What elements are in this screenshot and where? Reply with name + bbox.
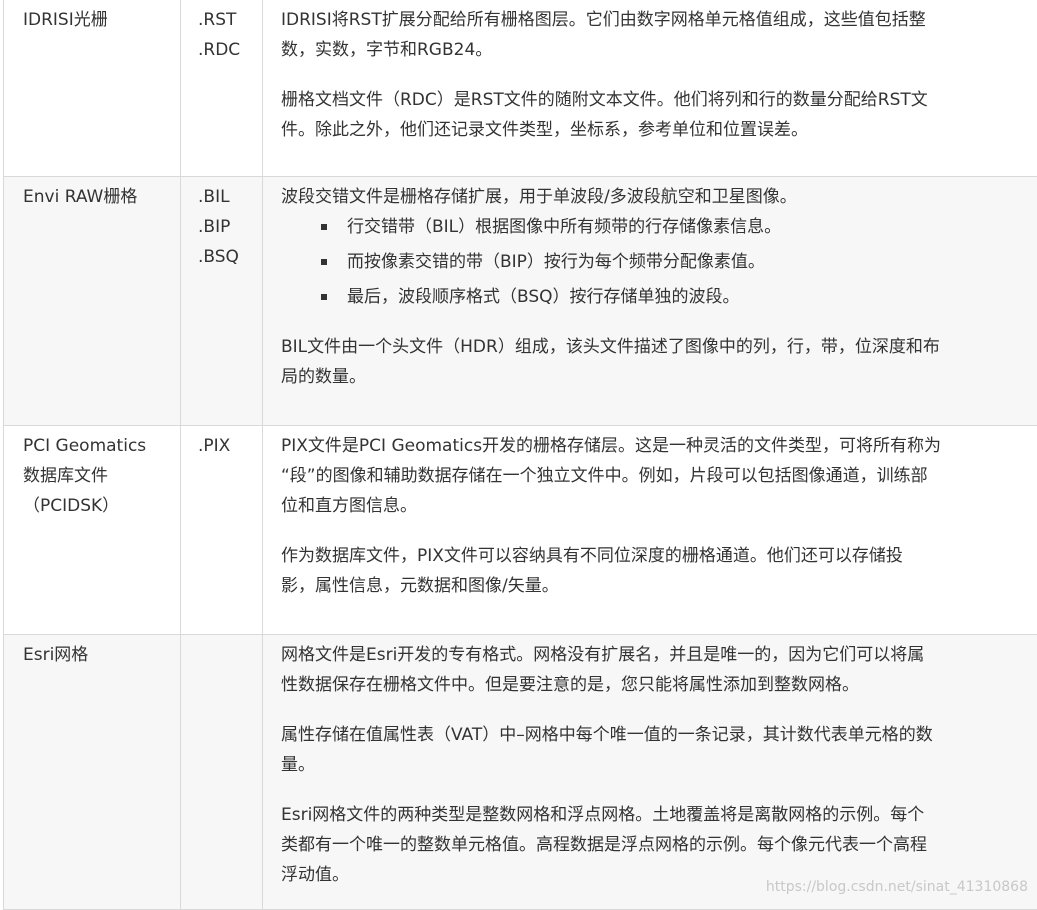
list-item-text: 而按像素交错的带（BIP）按行为每个频带分配像素值。 bbox=[347, 252, 765, 272]
format-name: Envi RAW栅格 bbox=[23, 182, 170, 212]
text-line: 作为数据库文件，PIX文件可以容纳具有不同位深度的栅格通道。他们还可以存储投 bbox=[281, 541, 1025, 571]
text-line: 量。 bbox=[281, 750, 1025, 780]
format-name: PCI Geomatics bbox=[23, 431, 170, 461]
list-item-text: 行交错带（BIL）根据图像中所有频带的行存储像素信息。 bbox=[347, 217, 781, 237]
extension-cell: .BIL .BIP .BSQ bbox=[181, 177, 263, 426]
extension: .BIL bbox=[198, 182, 256, 212]
format-name: 数据库文件 bbox=[23, 461, 170, 491]
format-name: （PCIDSK） bbox=[23, 491, 170, 521]
table-row: IDRISI光栅 .RST .RDC IDRISI将RST扩展分配给所有栅格图层… bbox=[4, 0, 1037, 177]
description-paragraph: Esri网格文件的两种类型是整数网格和浮点网格。土地覆盖将是离散网格的示例。每个… bbox=[281, 800, 1025, 890]
description-paragraph: 网格文件是Esri开发的专有格式。网格没有扩展名，并且是唯一的，因为它们可以将属… bbox=[281, 640, 1025, 700]
list-item: 而按像素交错的带（BIP）按行为每个频带分配像素值。 bbox=[321, 247, 1025, 277]
format-name-cell: Esri网格 bbox=[4, 635, 181, 910]
extension: .RST bbox=[198, 5, 256, 35]
text-line: 栅格文档文件（RDC）是RST文件的随附文本文件。他们将列和行的数量分配给RST… bbox=[281, 85, 1025, 115]
text-line: 位和直方图信息。 bbox=[281, 491, 1025, 521]
description-paragraph: 属性存储在值属性表（VAT）中–网格中每个唯一值的一条记录，其计数代表单元格的数… bbox=[281, 720, 1025, 780]
table-row: Envi RAW栅格 .BIL .BIP .BSQ 波段交错文件是栅格存储扩展，… bbox=[4, 177, 1037, 426]
description-cell: PIX文件是PCI Geomatics开发的栅格存储层。这是一种灵活的文件类型，… bbox=[263, 426, 1037, 635]
description-cell: 网格文件是Esri开发的专有格式。网格没有扩展名，并且是唯一的，因为它们可以将属… bbox=[263, 635, 1037, 910]
raster-format-table: IDRISI光栅 .RST .RDC IDRISI将RST扩展分配给所有栅格图层… bbox=[3, 0, 1037, 910]
text-line: 件。除此之外，他们还记录文件类型，坐标系，参考单位和位置误差。 bbox=[281, 115, 1025, 145]
format-name: IDRISI光栅 bbox=[23, 5, 170, 35]
list-item: 行交错带（BIL）根据图像中所有频带的行存储像素信息。 bbox=[321, 212, 1025, 242]
text-line: 数，实数，字节和RGB24。 bbox=[281, 35, 1025, 65]
watermark: https://blog.csdn.net/sinat_41310868 bbox=[766, 879, 1028, 895]
text-line: 类都有一个唯一的整数单元格值。高程数据是浮点网格的示例。每个像元代表一个高程 bbox=[281, 830, 1025, 860]
bullet-list: 行交错带（BIL）根据图像中所有频带的行存储像素信息。 而按像素交错的带（BIP… bbox=[281, 212, 1025, 312]
format-name-cell: IDRISI光栅 bbox=[4, 0, 181, 177]
table-row: Esri网格 网格文件是Esri开发的专有格式。网格没有扩展名，并且是唯一的，因… bbox=[4, 635, 1037, 910]
text-line: 影，属性信息，元数据和图像/矢量。 bbox=[281, 571, 1025, 601]
extension-cell bbox=[181, 635, 263, 910]
description-paragraph: BIL文件由一个头文件（HDR）组成，该头文件描述了图像中的列，行，带，位深度和… bbox=[281, 332, 1025, 392]
extension: .RDC bbox=[198, 35, 256, 65]
format-name-cell: PCI Geomatics 数据库文件 （PCIDSK） bbox=[4, 426, 181, 635]
bullet-icon bbox=[321, 294, 327, 300]
description-cell: 波段交错文件是栅格存储扩展，用于单波段/多波段航空和卫星图像。 行交错带（BIL… bbox=[263, 177, 1037, 426]
text-line: Esri网格文件的两种类型是整数网格和浮点网格。土地覆盖将是离散网格的示例。每个 bbox=[281, 800, 1025, 830]
text-line: 属性存储在值属性表（VAT）中–网格中每个唯一值的一条记录，其计数代表单元格的数 bbox=[281, 720, 1025, 750]
format-name: Esri网格 bbox=[23, 640, 170, 670]
description-intro: 波段交错文件是栅格存储扩展，用于单波段/多波段航空和卫星图像。 bbox=[281, 182, 1025, 212]
bullet-icon bbox=[321, 224, 327, 230]
text-line: IDRISI将RST扩展分配给所有栅格图层。它们由数字网格单元格值组成，这些值包… bbox=[281, 5, 1025, 35]
text-line: “段”的图像和辅助数据存储在一个独立文件中。例如，片段可以包括图像通道，训练部 bbox=[281, 461, 1025, 491]
extension-cell: .PIX bbox=[181, 426, 263, 635]
text-line: PIX文件是PCI Geomatics开发的栅格存储层。这是一种灵活的文件类型，… bbox=[281, 431, 1025, 461]
extension-cell: .RST .RDC bbox=[181, 0, 263, 177]
format-name-cell: Envi RAW栅格 bbox=[4, 177, 181, 426]
description-cell: IDRISI将RST扩展分配给所有栅格图层。它们由数字网格单元格值组成，这些值包… bbox=[263, 0, 1037, 177]
text-line: 局的数量。 bbox=[281, 362, 1025, 392]
extension: .PIX bbox=[198, 431, 256, 461]
text-line: 性数据保存在栅格文件中。但是要注意的是，您只能将属性添加到整数网格。 bbox=[281, 670, 1025, 700]
text-line: BIL文件由一个头文件（HDR）组成，该头文件描述了图像中的列，行，带，位深度和… bbox=[281, 332, 1025, 362]
list-item-text: 最后，波段顺序格式（BSQ）按行存储单独的波段。 bbox=[347, 287, 740, 307]
description-paragraph: 作为数据库文件，PIX文件可以容纳具有不同位深度的栅格通道。他们还可以存储投 影… bbox=[281, 541, 1025, 601]
bullet-icon bbox=[321, 259, 327, 265]
description-paragraph: PIX文件是PCI Geomatics开发的栅格存储层。这是一种灵活的文件类型，… bbox=[281, 431, 1025, 521]
text-line: 网格文件是Esri开发的专有格式。网格没有扩展名，并且是唯一的，因为它们可以将属 bbox=[281, 640, 1025, 670]
extension: .BSQ bbox=[198, 242, 256, 272]
description-paragraph: IDRISI将RST扩展分配给所有栅格图层。它们由数字网格单元格值组成，这些值包… bbox=[281, 5, 1025, 65]
list-item: 最后，波段顺序格式（BSQ）按行存储单独的波段。 bbox=[321, 282, 1025, 312]
extension: .BIP bbox=[198, 212, 256, 242]
description-paragraph: 栅格文档文件（RDC）是RST文件的随附文本文件。他们将列和行的数量分配给RST… bbox=[281, 85, 1025, 145]
table-row: PCI Geomatics 数据库文件 （PCIDSK） .PIX PIX文件是… bbox=[4, 426, 1037, 635]
